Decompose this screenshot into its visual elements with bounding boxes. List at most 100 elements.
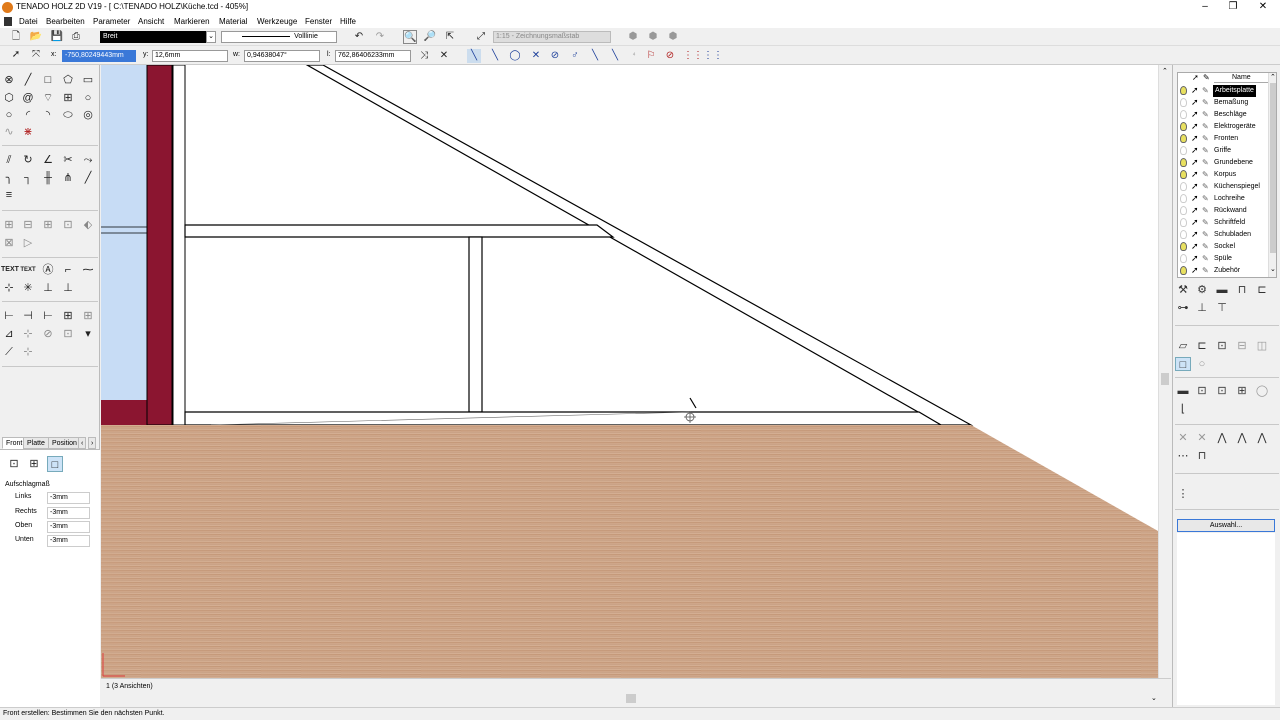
lightbulb-icon[interactable] <box>1180 254 1187 263</box>
layer-scrollbar[interactable]: ⌃ ⌄ <box>1268 73 1276 277</box>
chamfer-tool-icon[interactable]: ┐ <box>20 170 36 186</box>
pen-icon[interactable]: ✎ <box>1202 241 1209 252</box>
pen-icon[interactable]: ✎ <box>1202 181 1209 192</box>
scale-select[interactable]: 1:15 - Zeichnungsmaßstab <box>493 31 611 43</box>
minimize-button[interactable]: – <box>1190 0 1220 15</box>
cross-snap-icon[interactable]: ⤨ <box>417 49 431 63</box>
open-folder-icon[interactable]: 📂 <box>29 30 43 44</box>
distance-tool-icon[interactable]: ⊹ <box>20 344 36 360</box>
cross-connection-icon[interactable]: ✕ <box>1175 431 1191 445</box>
lightbulb-icon[interactable] <box>1180 110 1187 119</box>
shape-tool-icon[interactable]: ⬡ <box>1 90 17 106</box>
oben-input[interactable]: -3mm <box>47 521 90 533</box>
zoom-all-icon[interactable]: ⇱ <box>443 30 457 44</box>
multitext-tool-icon[interactable]: TEXT <box>20 262 36 278</box>
sink-tool-icon[interactable]: ⊓ <box>1234 283 1250 297</box>
point-tool-icon[interactable]: ⊗ <box>1 72 17 88</box>
3d-view-icon[interactable]: ⬢ <box>626 30 640 44</box>
shelf-panel-tool-icon[interactable]: ⊏ <box>1194 339 1210 353</box>
roof2-tool-icon[interactable]: ⋀ <box>1254 431 1270 445</box>
print-icon[interactable]: ⎙ <box>69 30 83 44</box>
select-pointer-icon[interactable]: ➚ <box>1191 169 1199 180</box>
dotted-tool-icon[interactable]: ⋯ <box>1175 449 1191 463</box>
lightbulb-icon[interactable] <box>1180 182 1187 191</box>
fitting-tool-icon[interactable]: ⚙ <box>1194 283 1210 297</box>
frame2-panel-tool-icon[interactable]: ⊡ <box>1214 384 1230 398</box>
snap-endpoint-icon[interactable]: ╲ <box>467 49 481 63</box>
select-pointer-icon[interactable]: ➚ <box>1191 181 1199 192</box>
tab-position[interactable]: Position <box>48 437 81 449</box>
menu-parameter[interactable]: Parameter <box>93 17 130 26</box>
lightbulb-icon[interactable] <box>1180 122 1187 131</box>
redo-icon[interactable]: ↷ <box>373 30 387 44</box>
snap-distance-icon[interactable]: ⁴ <box>627 49 641 63</box>
zoom-window-icon[interactable]: 🔍 <box>403 30 417 44</box>
leader-tool-icon[interactable]: ⁓ <box>80 262 96 278</box>
rounded-rect-tool-icon[interactable]: ▭ <box>80 72 96 88</box>
layer-scroll-up-icon[interactable]: ⌃ <box>1270 73 1276 81</box>
rectangle-tool-icon[interactable]: □ <box>40 72 56 88</box>
select-pointer-icon[interactable]: ➚ <box>1191 193 1199 204</box>
dim-arc-tool-icon[interactable]: ⊡ <box>60 326 76 342</box>
layer-row[interactable]: ➚ ✎ Elektrogeräte <box>1178 121 1268 133</box>
layer-row[interactable]: ➚ ✎ Grundebene <box>1178 157 1268 169</box>
select-pointer-icon[interactable]: ➚ <box>1191 121 1199 132</box>
layer-row[interactable]: ➚ ✎ Schubladen <box>1178 229 1268 241</box>
appliance-tool-icon[interactable]: ⊏ <box>1254 283 1270 297</box>
hatch-tool-icon[interactable]: ⋇ <box>20 124 36 140</box>
pen-icon[interactable]: ✎ <box>1202 169 1209 180</box>
menu-hilfe[interactable]: Hilfe <box>340 17 356 26</box>
layer-row[interactable]: ➚ ✎ Schriftfeld <box>1178 217 1268 229</box>
arc3-tool-icon[interactable]: ◝ <box>40 107 56 123</box>
pen-icon[interactable]: ✎ <box>1202 205 1209 216</box>
pen-icon[interactable]: ✎ <box>1202 85 1209 96</box>
cancel-input-icon[interactable]: ✕ <box>437 49 451 63</box>
layer-row[interactable]: ➚ ✎ Küchenspiegel <box>1178 181 1268 193</box>
select-pointer-icon[interactable]: ➚ <box>1191 217 1199 228</box>
pen-select-dropdown[interactable]: ⌄ <box>206 31 216 43</box>
layer-row[interactable]: ➚ ✎ Sockel <box>1178 241 1268 253</box>
pen-icon[interactable]: ✎ <box>1202 253 1209 264</box>
rotate-tool-icon[interactable]: ↻ <box>20 152 36 168</box>
snap-point-icon[interactable]: ⚐ <box>644 49 658 63</box>
snap-nearest-icon[interactable]: ╲ <box>588 49 602 63</box>
restore-button[interactable]: ❐ <box>1218 0 1248 15</box>
layer-row[interactable]: ➚ ✎ Bemaßung <box>1178 97 1268 109</box>
front-single-icon[interactable]: ⊡ <box>6 456 22 472</box>
trim-tool-icon[interactable]: ✂ <box>60 152 76 168</box>
y-coordinate-input[interactable]: 12,6mm <box>152 50 228 62</box>
round-front-tool-icon[interactable]: ○ <box>1194 357 1210 371</box>
links-input[interactable]: -3mm <box>47 492 90 504</box>
rail-tool-icon[interactable]: ⊞ <box>1234 384 1250 398</box>
multiline-tool-icon[interactable]: ≡ <box>1 187 17 203</box>
hinge-tool-icon[interactable]: ⚒ <box>1175 283 1191 297</box>
layer-row[interactable]: ➚ ✎ Fronten <box>1178 133 1268 145</box>
select-pointer-icon[interactable]: ➚ <box>1191 97 1199 108</box>
ellipse2-tool-icon[interactable]: ◎ <box>80 107 96 123</box>
snap-intersection-icon[interactable]: ✕ <box>529 49 543 63</box>
layer-row[interactable]: ➚ ✎ Griffe <box>1178 145 1268 157</box>
snap-perpendicular-icon[interactable]: ♂ <box>568 49 582 63</box>
select-pointer-icon[interactable]: ➚ <box>1191 157 1199 168</box>
snap-parallel-icon[interactable]: ╲ <box>608 49 622 63</box>
board-tool-icon[interactable]: ▱ <box>1175 339 1191 353</box>
undo-icon[interactable]: ↶ <box>352 30 366 44</box>
text-frame-tool-icon[interactable]: Ⓐ <box>40 262 56 278</box>
select-pointer-icon[interactable]: ➚ <box>1191 109 1199 120</box>
pen-icon[interactable]: ✎ <box>1202 217 1209 228</box>
door-tool-icon[interactable]: ⊟ <box>20 217 36 233</box>
zoom-out-icon[interactable]: 🔎 <box>423 30 437 44</box>
frame-tool-icon[interactable]: ⊞ <box>60 90 76 106</box>
rechts-input[interactable]: -3mm <box>47 507 90 519</box>
menu-datei[interactable]: Datei <box>19 17 38 26</box>
select-pointer-icon[interactable]: ➚ <box>1191 253 1199 264</box>
tab-platte[interactable]: Platte <box>23 437 49 449</box>
horizontal-scroll-thumb[interactable] <box>626 694 636 703</box>
parallel-tool-icon[interactable]: ⫽ <box>1 152 17 168</box>
dim-height-tool-icon[interactable]: ▾ <box>80 326 96 342</box>
pen-icon[interactable]: ✎ <box>1202 121 1209 132</box>
text-tool-icon[interactable]: TEXT <box>1 262 19 278</box>
fillet-tool-icon[interactable]: ╮ <box>1 170 17 186</box>
select-pointer-icon[interactable]: ➚ <box>1191 229 1199 240</box>
lightbulb-icon[interactable] <box>1180 146 1187 155</box>
